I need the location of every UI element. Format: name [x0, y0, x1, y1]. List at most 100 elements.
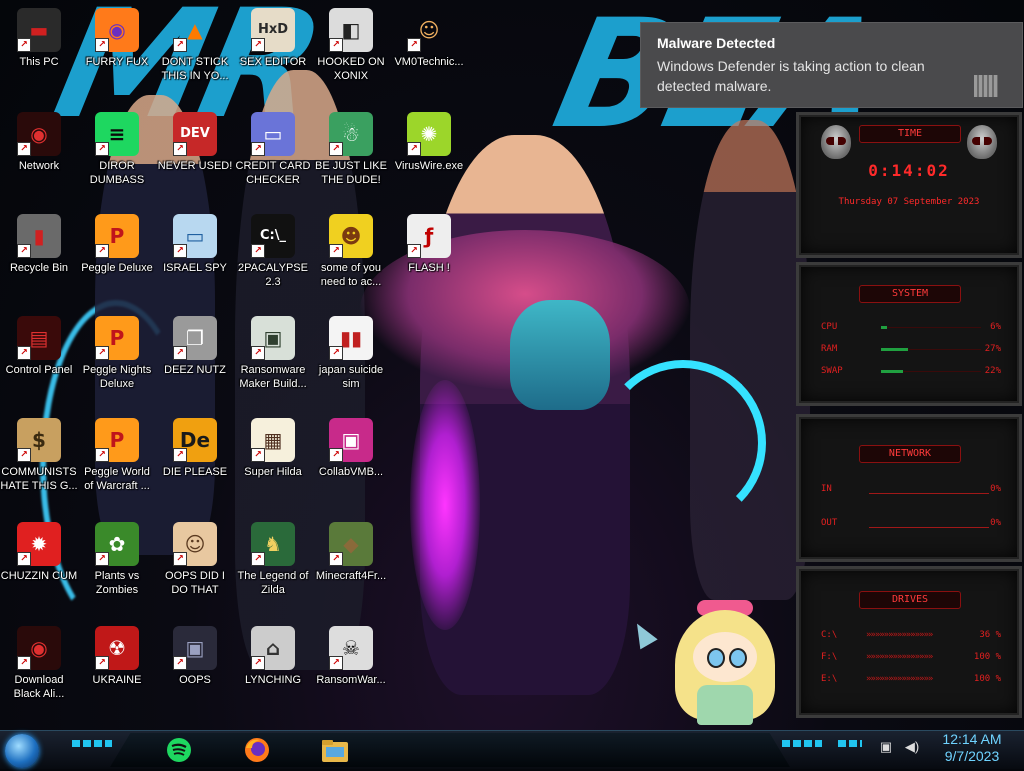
taskbar-decoration-right-2 [838, 740, 862, 747]
desktop-icon[interactable]: P ↗ Peggle Deluxe [78, 214, 156, 275]
spotify-taskbar-button[interactable] [162, 734, 196, 766]
network-widget-title: NETWORK [859, 445, 961, 463]
network-widget[interactable]: NETWORK IN 0% OUT 0% [796, 414, 1022, 562]
app-icon: ☃ ↗ [329, 112, 373, 156]
usage-bar [881, 326, 981, 329]
desktop-icon[interactable]: ▣ ↗ OOPS [156, 626, 234, 687]
desktop-icon-label: DIE PLEASE [162, 466, 228, 478]
taskbar-center-panel [110, 733, 790, 767]
desktop-icon[interactable]: ▮ ↗ Recycle Bin [0, 214, 78, 275]
shortcut-arrow-icon: ↗ [251, 448, 265, 462]
desktop-icon[interactable]: ⌂ ↗ LYNCHING [234, 626, 312, 687]
desktop-icon[interactable]: ☺ ↗ VM0Technic... [390, 8, 468, 69]
desktop-icon-label: COMMUNISTS HATE THIS G... [0, 466, 78, 492]
desktop-icon[interactable]: ☃ ↗ BE JUST LIKE THE DUDE! [312, 112, 390, 187]
desktop-icon[interactable]: ▣ ↗ CollabVMB... [312, 418, 390, 479]
desktop-icon[interactable]: ◉ ↗ Network [0, 112, 78, 173]
traffic-graph [869, 513, 989, 528]
system-widget[interactable]: SYSTEM CPU 6% RAM 27% SWAP 22% [796, 262, 1022, 406]
stat-value: 36 % [979, 630, 1001, 640]
file-explorer-taskbar-button[interactable] [318, 734, 352, 766]
app-icon: ▲ ↗ [173, 8, 217, 52]
volume-tray-icon[interactable]: ◀) [904, 739, 920, 755]
shortcut-arrow-icon: ↗ [173, 346, 187, 360]
widget-stat-row: CPU 6% [821, 321, 1001, 333]
desktop-icon[interactable]: ☠ ↗ RansomWar... [312, 626, 390, 687]
desktop-icon[interactable]: ✿ ↗ Plants vs Zombies [78, 522, 156, 597]
desktop-icon[interactable]: ◆ ↗ Minecraft4Fr... [312, 522, 390, 583]
desktop-icon[interactable]: ♞ ↗ The Legend of Zilda [234, 522, 312, 597]
folder-icon [322, 740, 348, 762]
desktop-icon[interactable]: ✺ ↗ VirusWire.exe [390, 112, 468, 173]
shortcut-arrow-icon: ↗ [95, 656, 109, 670]
desktop-icon-label: Peggle Deluxe [81, 262, 153, 274]
shortcut-arrow-icon: ↗ [17, 38, 31, 52]
shortcut-arrow-icon: ↗ [95, 142, 109, 156]
app-icon: ◆ ↗ [329, 522, 373, 566]
desktop-icon-label: FURRY FUX [85, 56, 149, 68]
desktop-icon[interactable]: ƒ ↗ FLASH ! [390, 214, 468, 275]
app-icon: ▤ ↗ [17, 316, 61, 360]
shortcut-arrow-icon: ↗ [17, 448, 31, 462]
shortcut-arrow-icon: ↗ [173, 38, 187, 52]
desktop-icon[interactable]: P ↗ Peggle World of Warcraft ... [78, 418, 156, 493]
drives-widget[interactable]: DRIVES C:\ »»»»»»»»»»»»»»» 36 % F:\ »»»»»»»»… [796, 566, 1022, 718]
desktop-icon[interactable]: ☻ ↗ some of you need to ac... [312, 214, 390, 289]
desktop-icon[interactable]: ▭ ↗ ISRAEL SPY [156, 214, 234, 275]
desktop-icon[interactable]: ▮▮ ↗ japan suicide sim [312, 316, 390, 391]
stat-label: OUT [821, 518, 838, 528]
alien-head-icon [821, 125, 851, 159]
widget-stat-row: C:\ »»»»»»»»»»»»»»» 36 % [821, 629, 1001, 641]
desktop-icon[interactable]: ☢ ↗ UKRAINE [78, 626, 156, 687]
desktop-icon[interactable]: ◉ ↗ FURRY FUX [78, 8, 156, 69]
taskbar-clock[interactable]: 12:14 AM 9/7/2023 [932, 731, 1012, 765]
shortcut-arrow-icon: ↗ [329, 38, 343, 52]
wallpaper-blue-glow-right [600, 360, 766, 526]
desktop-icon[interactable]: ❐ ↗ DEEZ NUTZ [156, 316, 234, 377]
notification-message: Windows Defender is taking action to cle… [657, 58, 925, 94]
desktop-icon[interactable]: ☺ ↗ OOPS DID I DO THAT [156, 522, 234, 597]
shortcut-arrow-icon: ↗ [17, 244, 31, 258]
desktop-icon[interactable]: P ↗ Peggle Nights Deluxe [78, 316, 156, 391]
desktop-icon[interactable]: ◧ ↗ HOOKED ON XONIX [312, 8, 390, 83]
app-icon: ◉ ↗ [95, 8, 139, 52]
desktop-icon[interactable]: DEV ↗ NEVER USED! [156, 112, 234, 173]
clock-widget-time: 0:14:02 [868, 161, 950, 180]
start-button[interactable] [5, 734, 39, 768]
desktop-icon-label: Network [18, 160, 60, 172]
stat-value: 100 % [973, 652, 1001, 662]
app-icon: ☢ ↗ [95, 626, 139, 670]
desktop-icon[interactable]: ◉ ↗ Download Black Ali... [0, 626, 78, 701]
desktop-icon[interactable]: $ ↗ COMMUNISTS HATE THIS G... [0, 418, 78, 493]
app-icon: DEV ↗ [173, 112, 217, 156]
shortcut-arrow-icon: ↗ [17, 656, 31, 670]
desktop-icon[interactable]: ▭ ↗ CREDIT CARD CHECKER [234, 112, 312, 187]
desktop-icon[interactable]: ▤ ↗ Control Panel [0, 316, 78, 377]
firefox-icon [245, 738, 269, 762]
desktop-icon[interactable]: ▣ ↗ Ransomware Maker Build... [234, 316, 312, 391]
network-tray-icon[interactable]: ▣ [878, 739, 894, 755]
widget-stat-row: E:\ »»»»»»»»»»»»»»» 100 % [821, 673, 1001, 685]
stat-label: E:\ [821, 674, 838, 684]
widget-stat-row: F:\ »»»»»»»»»»»»»»» 100 % [821, 651, 1001, 663]
stat-value: 0% [990, 518, 1001, 528]
desktop-icon[interactable]: ✹ ↗ CHUZZIN CUM [0, 522, 78, 583]
malware-notification-toast[interactable]: Malware Detected Windows Defender is tak… [640, 22, 1023, 108]
desktop-icon[interactable]: De ↗ DIE PLEASE [156, 418, 234, 479]
desktop-icon[interactable]: HxD ↗ SEX EDITOR [234, 8, 312, 69]
clock-widget[interactable]: TIME 0:14:02 Thursday 07 September 2023 [796, 112, 1022, 258]
desktop-icon-label: Super Hilda [244, 466, 302, 478]
desktop-icon[interactable]: ≡ ↗ DIROR DUMBASS [78, 112, 156, 187]
firefox-taskbar-button[interactable] [240, 734, 274, 766]
desktop-icon[interactable]: C:\_ ↗ 2PACALYPSE 2.3 [234, 214, 312, 289]
stat-label: IN [821, 484, 832, 494]
desktop-icon[interactable]: ▲ ↗ DONT STICK THIS IN YO... [156, 8, 234, 83]
desktop-icon[interactable]: ▬ ↗ This PC [0, 8, 78, 69]
desktop-icon[interactable]: ▦ ↗ Super Hilda [234, 418, 312, 479]
desktop-icon-label: CREDIT CARD CHECKER [235, 160, 311, 186]
stat-value: 6% [990, 322, 1001, 332]
desktop-icon-label: This PC [19, 56, 59, 68]
system-widget-title: SYSTEM [859, 285, 961, 303]
desktop-icon-label: Control Panel [5, 364, 73, 376]
desktop-icon-label: NEVER USED! [157, 160, 233, 172]
